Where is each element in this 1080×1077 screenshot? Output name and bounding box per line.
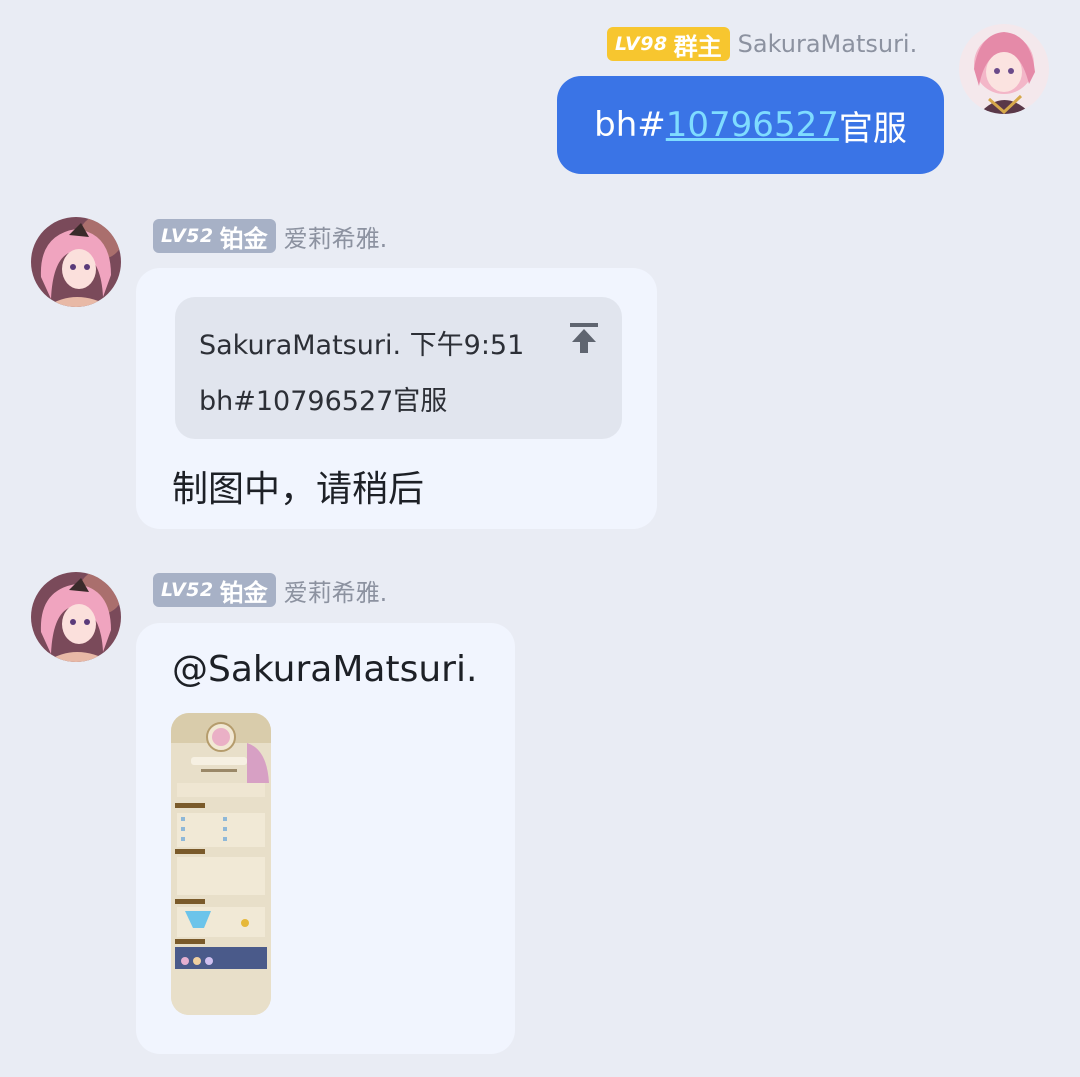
message-text-prefix: bh# (594, 105, 666, 145)
role-label: 群主 (673, 32, 722, 61)
role-label: 铂金 (219, 224, 268, 253)
message-text: 制图中，请稍后 (172, 469, 425, 510)
quote-author: SakuraMatsuri. (199, 330, 402, 361)
uid-link[interactable]: 10796527 (666, 105, 839, 145)
game-stats-card-thumbnail (171, 713, 271, 1015)
level-label: LV98 (615, 33, 668, 55)
mention-text[interactable]: @SakuraMatsuri. (172, 649, 477, 690)
sender-avatar[interactable] (959, 24, 1049, 114)
level-label: LV52 (161, 225, 214, 247)
quote-text: bh#10796527官服 (199, 386, 448, 417)
member-level-badge: LV98 群主 (607, 27, 730, 61)
message-header: LV98 群主 SakuraMatsuri. (607, 26, 917, 62)
member-level-badge: LV52 铂金 (153, 219, 276, 253)
message-header: LV52 铂金 爱莉希雅. (153, 572, 387, 608)
image-attachment[interactable] (171, 713, 271, 1015)
jump-to-original-icon[interactable] (568, 321, 600, 355)
sender-name: 爱莉希雅. (283, 224, 388, 253)
sender-avatar[interactable] (31, 217, 121, 307)
quote-time: 下午9:51 (409, 330, 525, 361)
message-text-suffix: 官服 (838, 108, 907, 149)
quoted-message[interactable]: SakuraMatsuri. 下午9:51 bh#10796527官服 (175, 297, 622, 439)
message-bubble-sent[interactable]: bh# 10796527 官服 (557, 76, 944, 174)
sender-avatar[interactable] (31, 572, 121, 662)
member-level-badge: LV52 铂金 (153, 573, 276, 607)
message-bubble-received[interactable]: @SakuraMatsuri. (136, 623, 515, 1054)
quote-header: SakuraMatsuri. 下午9:51 (199, 323, 524, 362)
sender-name: SakuraMatsuri. (737, 30, 918, 58)
level-label: LV52 (161, 579, 214, 601)
message-bubble-received[interactable]: SakuraMatsuri. 下午9:51 bh#10796527官服 制图中，… (136, 268, 657, 529)
sender-name: 爱莉希雅. (283, 578, 388, 607)
chat-message-list: LV98 群主 SakuraMatsuri. bh# 10796527 官服 L… (0, 0, 1080, 1077)
message-header: LV52 铂金 爱莉希雅. (153, 218, 387, 254)
role-label: 铂金 (219, 578, 268, 607)
